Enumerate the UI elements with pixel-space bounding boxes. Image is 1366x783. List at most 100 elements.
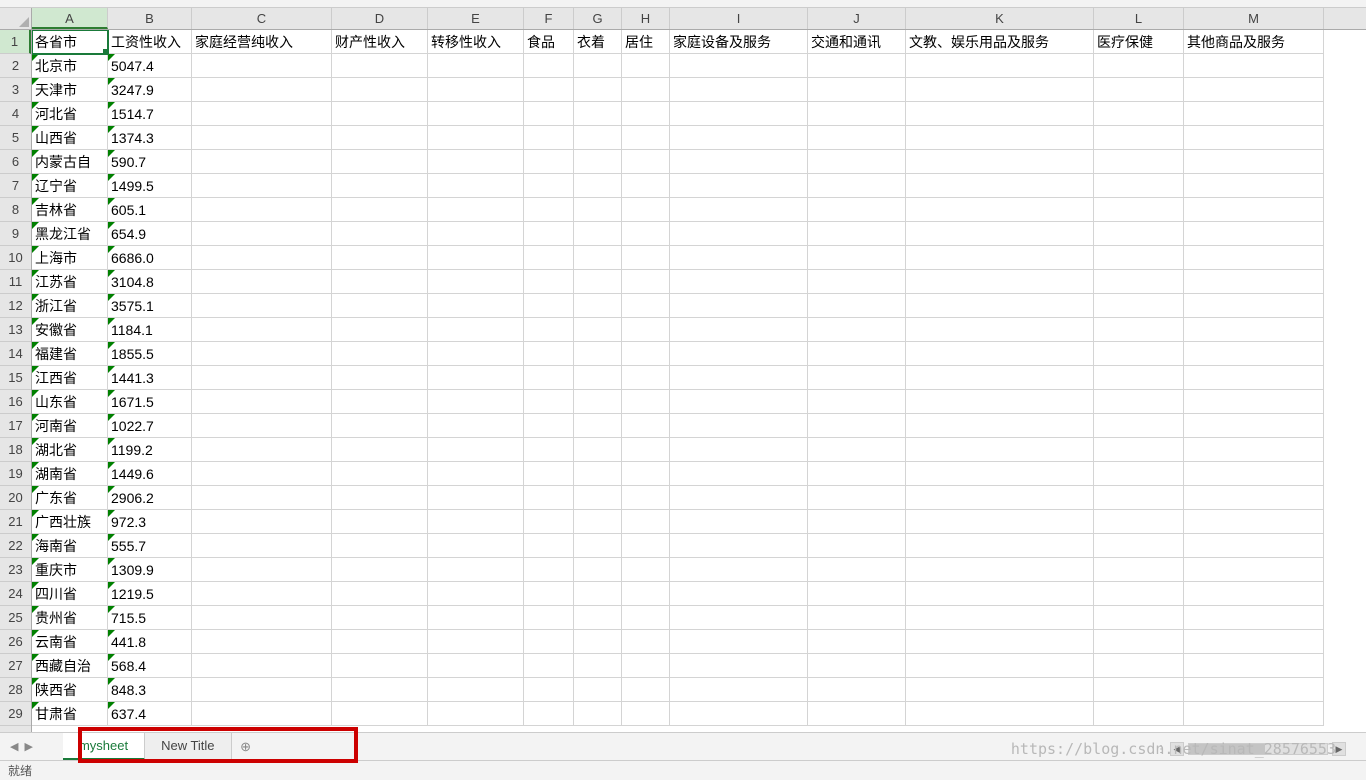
cell-E4[interactable] <box>428 102 524 126</box>
cell-E8[interactable] <box>428 198 524 222</box>
cell-C16[interactable] <box>192 390 332 414</box>
row-header-22[interactable]: 22 <box>0 534 31 558</box>
cell-F2[interactable] <box>524 54 574 78</box>
cell-L18[interactable] <box>1094 438 1184 462</box>
cell-E24[interactable] <box>428 582 524 606</box>
cell-G20[interactable] <box>574 486 622 510</box>
cell-A13[interactable]: 安徽省 <box>32 318 108 342</box>
cell-M28[interactable] <box>1184 678 1324 702</box>
tab-nav-prev-icon[interactable]: ◀ <box>10 740 18 753</box>
cell-L25[interactable] <box>1094 606 1184 630</box>
cell-H15[interactable] <box>622 366 670 390</box>
cell-I15[interactable] <box>670 366 808 390</box>
cell-M10[interactable] <box>1184 246 1324 270</box>
cell-H4[interactable] <box>622 102 670 126</box>
row-header-29[interactable]: 29 <box>0 702 31 726</box>
cell-F24[interactable] <box>524 582 574 606</box>
cell-K19[interactable] <box>906 462 1094 486</box>
cell-K17[interactable] <box>906 414 1094 438</box>
cell-F5[interactable] <box>524 126 574 150</box>
cell-M11[interactable] <box>1184 270 1324 294</box>
cell-F14[interactable] <box>524 342 574 366</box>
cell-C12[interactable] <box>192 294 332 318</box>
cell-H7[interactable] <box>622 174 670 198</box>
cell-C17[interactable] <box>192 414 332 438</box>
cell-C15[interactable] <box>192 366 332 390</box>
cell-A14[interactable]: 福建省 <box>32 342 108 366</box>
cell-C9[interactable] <box>192 222 332 246</box>
cell-I25[interactable] <box>670 606 808 630</box>
cell-B10[interactable]: 6686.0 <box>108 246 192 270</box>
cell-H21[interactable] <box>622 510 670 534</box>
cell-H10[interactable] <box>622 246 670 270</box>
cell-C26[interactable] <box>192 630 332 654</box>
cell-A24[interactable]: 四川省 <box>32 582 108 606</box>
cell-G17[interactable] <box>574 414 622 438</box>
cell-L7[interactable] <box>1094 174 1184 198</box>
cell-I20[interactable] <box>670 486 808 510</box>
cell-I7[interactable] <box>670 174 808 198</box>
cell-D15[interactable] <box>332 366 428 390</box>
cell-A5[interactable]: 山西省 <box>32 126 108 150</box>
cell-C8[interactable] <box>192 198 332 222</box>
cell-A22[interactable]: 海南省 <box>32 534 108 558</box>
cell-E9[interactable] <box>428 222 524 246</box>
cell-E13[interactable] <box>428 318 524 342</box>
row-header-15[interactable]: 15 <box>0 366 31 390</box>
cell-K9[interactable] <box>906 222 1094 246</box>
cell-E18[interactable] <box>428 438 524 462</box>
cell-J24[interactable] <box>808 582 906 606</box>
cell-C21[interactable] <box>192 510 332 534</box>
cell-G16[interactable] <box>574 390 622 414</box>
cell-B18[interactable]: 1199.2 <box>108 438 192 462</box>
row-header-26[interactable]: 26 <box>0 630 31 654</box>
cell-A7[interactable]: 辽宁省 <box>32 174 108 198</box>
cell-C29[interactable] <box>192 702 332 726</box>
cell-C13[interactable] <box>192 318 332 342</box>
cell-J7[interactable] <box>808 174 906 198</box>
cell-I8[interactable] <box>670 198 808 222</box>
cell-H2[interactable] <box>622 54 670 78</box>
cell-L19[interactable] <box>1094 462 1184 486</box>
cell-E29[interactable] <box>428 702 524 726</box>
cell-J2[interactable] <box>808 54 906 78</box>
cell-D5[interactable] <box>332 126 428 150</box>
cell-M7[interactable] <box>1184 174 1324 198</box>
cell-I12[interactable] <box>670 294 808 318</box>
cell-B29[interactable]: 637.4 <box>108 702 192 726</box>
cell-L11[interactable] <box>1094 270 1184 294</box>
cell-L24[interactable] <box>1094 582 1184 606</box>
cell-A18[interactable]: 湖北省 <box>32 438 108 462</box>
cell-K5[interactable] <box>906 126 1094 150</box>
cell-I13[interactable] <box>670 318 808 342</box>
cell-D11[interactable] <box>332 270 428 294</box>
cell-J10[interactable] <box>808 246 906 270</box>
cell-L26[interactable] <box>1094 630 1184 654</box>
tab-nav-next-icon[interactable]: ▶ <box>24 740 32 753</box>
cell-D21[interactable] <box>332 510 428 534</box>
cell-B19[interactable]: 1449.6 <box>108 462 192 486</box>
cell-I11[interactable] <box>670 270 808 294</box>
cell-J23[interactable] <box>808 558 906 582</box>
cell-B8[interactable]: 605.1 <box>108 198 192 222</box>
cell-J26[interactable] <box>808 630 906 654</box>
cell-G15[interactable] <box>574 366 622 390</box>
cell-L29[interactable] <box>1094 702 1184 726</box>
cell-H8[interactable] <box>622 198 670 222</box>
cell-F12[interactable] <box>524 294 574 318</box>
cell-A25[interactable]: 贵州省 <box>32 606 108 630</box>
column-header-F[interactable]: F <box>524 8 574 29</box>
column-header-G[interactable]: G <box>574 8 622 29</box>
cell-M18[interactable] <box>1184 438 1324 462</box>
cell-C3[interactable] <box>192 78 332 102</box>
cell-M23[interactable] <box>1184 558 1324 582</box>
cell-J22[interactable] <box>808 534 906 558</box>
cell-J5[interactable] <box>808 126 906 150</box>
cell-D3[interactable] <box>332 78 428 102</box>
cell-J27[interactable] <box>808 654 906 678</box>
row-header-23[interactable]: 23 <box>0 558 31 582</box>
cell-M29[interactable] <box>1184 702 1324 726</box>
row-header-16[interactable]: 16 <box>0 390 31 414</box>
cell-L21[interactable] <box>1094 510 1184 534</box>
cell-I14[interactable] <box>670 342 808 366</box>
